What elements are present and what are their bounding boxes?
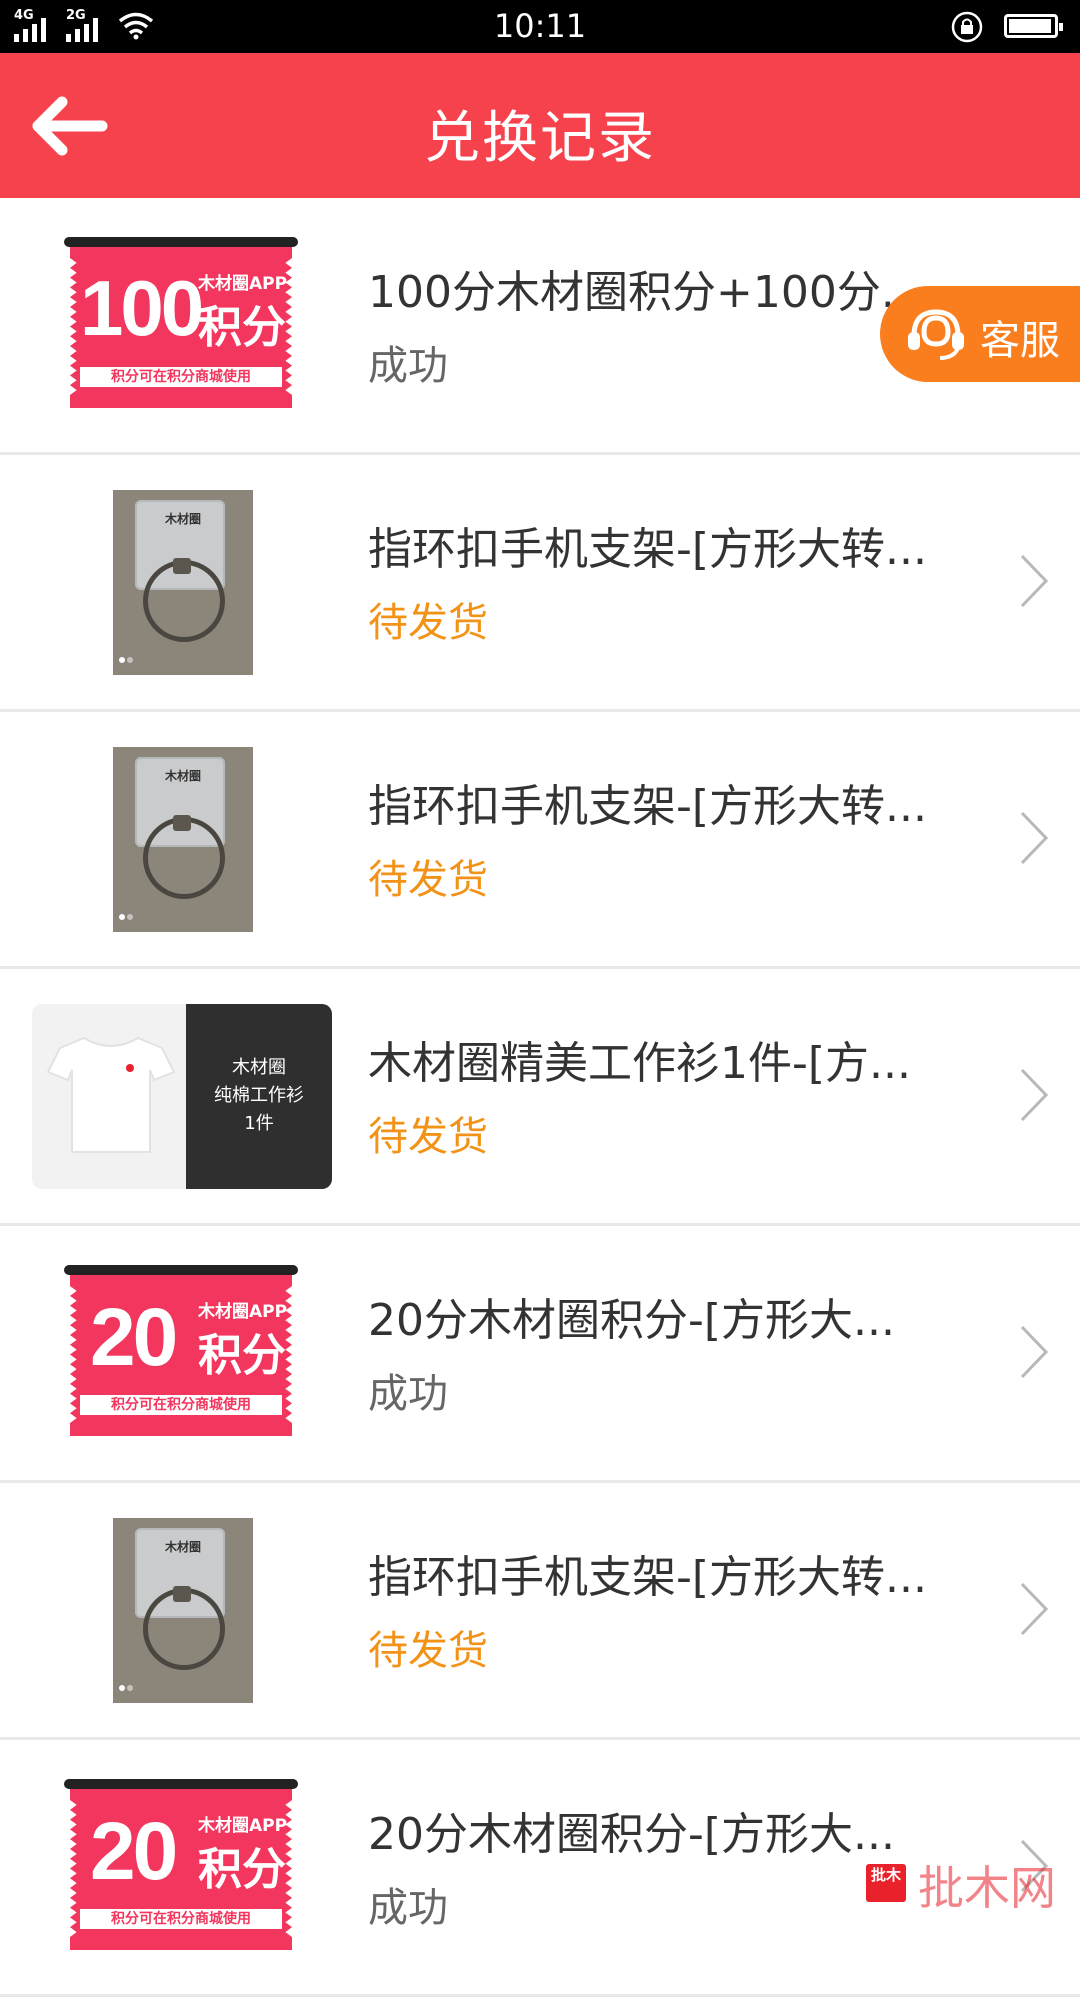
ring-holder-image: 木材圈	[113, 1518, 253, 1703]
coupon-band-text: 积分可在积分商城使用	[80, 1909, 282, 1929]
points-coupon-image: 20 木材圈APP 积分 积分可在积分商城使用	[64, 1265, 298, 1436]
chevron-right-icon	[1020, 1325, 1049, 1379]
chevron-right-icon	[1020, 554, 1049, 608]
coupon-amount: 20	[90, 1292, 178, 1383]
record-name: 指环扣手机支架-[方形大转...	[368, 524, 928, 575]
record-status: 待发货	[368, 600, 488, 646]
shirt-card-line: 纯棉工作衫	[214, 1085, 304, 1106]
coupon-band-text: 积分可在积分商城使用	[80, 367, 282, 387]
page-header: 兑换记录	[0, 53, 1080, 198]
customer-service-label: 客服	[980, 318, 1060, 364]
work-shirt-image: 木材圈纯棉工作衫 1件	[32, 1004, 332, 1189]
record-thumbnail: 木材圈	[32, 1518, 332, 1703]
record-status: 待发货	[368, 1114, 488, 1160]
ring-brand-text: 木材圈	[165, 1540, 202, 1554]
ring-holder-image: 木材圈	[113, 747, 253, 932]
ring-holder-image: 木材圈	[113, 490, 253, 675]
record-status: 成功	[368, 1885, 448, 1931]
t-shirt-icon	[46, 1036, 176, 1153]
ring-brand-text: 木材圈	[165, 512, 202, 526]
coupon-band-text: 积分可在积分商城使用	[80, 1395, 282, 1415]
record-status: 成功	[368, 1371, 448, 1417]
watermark-text: 批木网	[918, 1861, 1056, 1915]
record-thumbnail: 20 木材圈APP 积分 积分可在积分商城使用	[32, 1261, 332, 1446]
record-thumbnail: 木材圈	[32, 490, 332, 675]
record-status: 成功	[368, 343, 448, 389]
coupon-points-text: 积分	[198, 1844, 286, 1895]
record-name: 指环扣手机支架-[方形大转...	[368, 781, 928, 832]
ring-brand-text: 木材圈	[165, 769, 202, 783]
record-row[interactable]: 木材圈纯棉工作衫 1件 木材圈精美工作衫1件-[方... 待发货	[0, 969, 1080, 1226]
record-thumbnail: 20 木材圈APP 积分 积分可在积分商城使用	[32, 1775, 332, 1960]
record-row[interactable]: 20 木材圈APP 积分 积分可在积分商城使用 20分木材圈积分-[方形大... 成功	[0, 1226, 1080, 1483]
record-name: 20分木材圈积分-[方形大...	[368, 1809, 895, 1860]
coupon-points-text: 积分	[198, 302, 286, 353]
record-name: 木材圈精美工作衫1件-[方...	[368, 1038, 911, 1089]
watermark-tag: 批木	[866, 1864, 906, 1902]
chevron-right-icon	[1020, 1582, 1049, 1636]
exchange-record-list: 100 木材圈APP 积分 积分可在积分商城使用 100分木材圈积分+100分... 成功…	[0, 198, 1080, 1997]
record-thumbnail: 100 木材圈APP 积分 积分可在积分商城使用	[32, 233, 332, 418]
points-coupon-image: 100 木材圈APP 积分 积分可在积分商城使用	[64, 237, 298, 408]
coupon-amount: 20	[90, 1806, 178, 1897]
shirt-card-line: 木材圈	[232, 1057, 286, 1078]
page-title: 兑换记录	[424, 106, 656, 171]
customer-service-button[interactable]: 客服	[880, 286, 1080, 382]
record-row[interactable]: 木材圈指环扣手机支架-[方形大转... 待发货	[0, 712, 1080, 969]
record-status: 待发货	[368, 857, 488, 903]
battery-icon	[1004, 14, 1063, 38]
chevron-right-icon	[1020, 1068, 1049, 1122]
points-coupon-image: 20 木材圈APP 积分 积分可在积分商城使用	[64, 1779, 298, 1950]
record-name: 20分木材圈积分-[方形大...	[368, 1295, 895, 1346]
headset-icon	[908, 309, 964, 360]
battery-level	[1009, 19, 1051, 33]
rotation-lock-icon	[951, 11, 983, 43]
record-name: 指环扣手机支架-[方形大转...	[368, 1552, 928, 1603]
record-row[interactable]: 木材圈指环扣手机支架-[方形大转... 待发货	[0, 455, 1080, 712]
record-thumbnail: 木材圈纯棉工作衫 1件	[32, 1004, 332, 1189]
record-row[interactable]: 木材圈指环扣手机支架-[方形大转... 待发货	[0, 1483, 1080, 1740]
coupon-amount: 100	[80, 264, 204, 352]
status-bar: 4G 2G 10:11	[0, 0, 1080, 53]
shirt-card-line: 1件	[244, 1113, 274, 1134]
record-thumbnail: 木材圈	[32, 747, 332, 932]
record-status: 待发货	[368, 1628, 488, 1674]
status-time: 10:11	[493, 7, 587, 45]
record-name: 100分木材圈积分+100分...	[368, 267, 923, 318]
coupon-points-text: 积分	[198, 1330, 286, 1381]
chevron-right-icon	[1020, 811, 1049, 865]
